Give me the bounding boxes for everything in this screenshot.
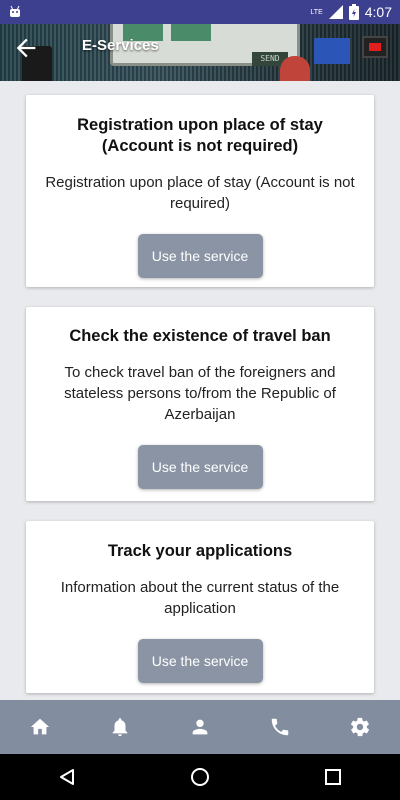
nav-contact[interactable]	[260, 707, 300, 747]
system-recents-button[interactable]	[313, 757, 353, 797]
nav-home[interactable]	[20, 707, 60, 747]
use-service-button[interactable]: Use the service	[137, 234, 263, 278]
system-navigation-bar	[0, 754, 400, 800]
service-description: Information about the current status of …	[60, 579, 340, 617]
network-type-label: LTE	[310, 8, 323, 16]
service-card-registration: Registration upon place of stay (Account…	[26, 95, 374, 287]
signal-icon	[328, 5, 343, 19]
system-back-button[interactable]	[47, 757, 87, 797]
system-home-button[interactable]	[180, 757, 220, 797]
android-icon	[10, 5, 20, 17]
banner-hand-illustration	[280, 56, 310, 81]
nav-settings[interactable]	[340, 707, 380, 747]
service-card-travel-ban: Check the existence of travel ban To che…	[26, 307, 374, 501]
back-triangle-icon	[59, 769, 74, 785]
phone-icon	[271, 718, 289, 736]
bottom-navigation	[0, 700, 400, 754]
page-title: E-Services	[82, 37, 159, 54]
arrow-back-icon[interactable]	[12, 34, 40, 62]
bell-icon	[112, 718, 128, 737]
home-icon	[30, 718, 50, 735]
banner-video-icon	[362, 36, 388, 58]
status-bar: LTE 4:07	[0, 0, 400, 24]
service-card-track-applications: Track your applications Information abou…	[26, 521, 374, 693]
services-list[interactable]: Registration upon place of stay (Account…	[0, 81, 400, 701]
service-title: Registration upon place of stay (Account…	[77, 116, 323, 155]
settings-icon	[350, 717, 370, 737]
use-service-button[interactable]: Use the service	[137, 445, 263, 489]
nav-profile[interactable]	[180, 707, 220, 747]
recents-square-icon	[325, 769, 342, 785]
banner-folder-icon	[314, 38, 350, 64]
home-circle-icon	[190, 768, 209, 786]
clock: 4:07	[364, 4, 392, 20]
person-icon	[192, 719, 208, 735]
nav-notifications[interactable]	[100, 707, 140, 747]
service-description: Registration upon place of stay (Account…	[45, 174, 355, 212]
service-description: To check travel ban of the foreigners an…	[64, 364, 336, 423]
service-title: Track your applications	[107, 542, 293, 560]
app-header: SEND E-Services	[0, 24, 400, 81]
service-title: Check the existence of travel ban	[69, 327, 331, 345]
status-icons: LTE 4:07	[310, 4, 392, 20]
battery-icon	[348, 4, 359, 20]
use-service-button[interactable]: Use the service	[137, 639, 263, 683]
